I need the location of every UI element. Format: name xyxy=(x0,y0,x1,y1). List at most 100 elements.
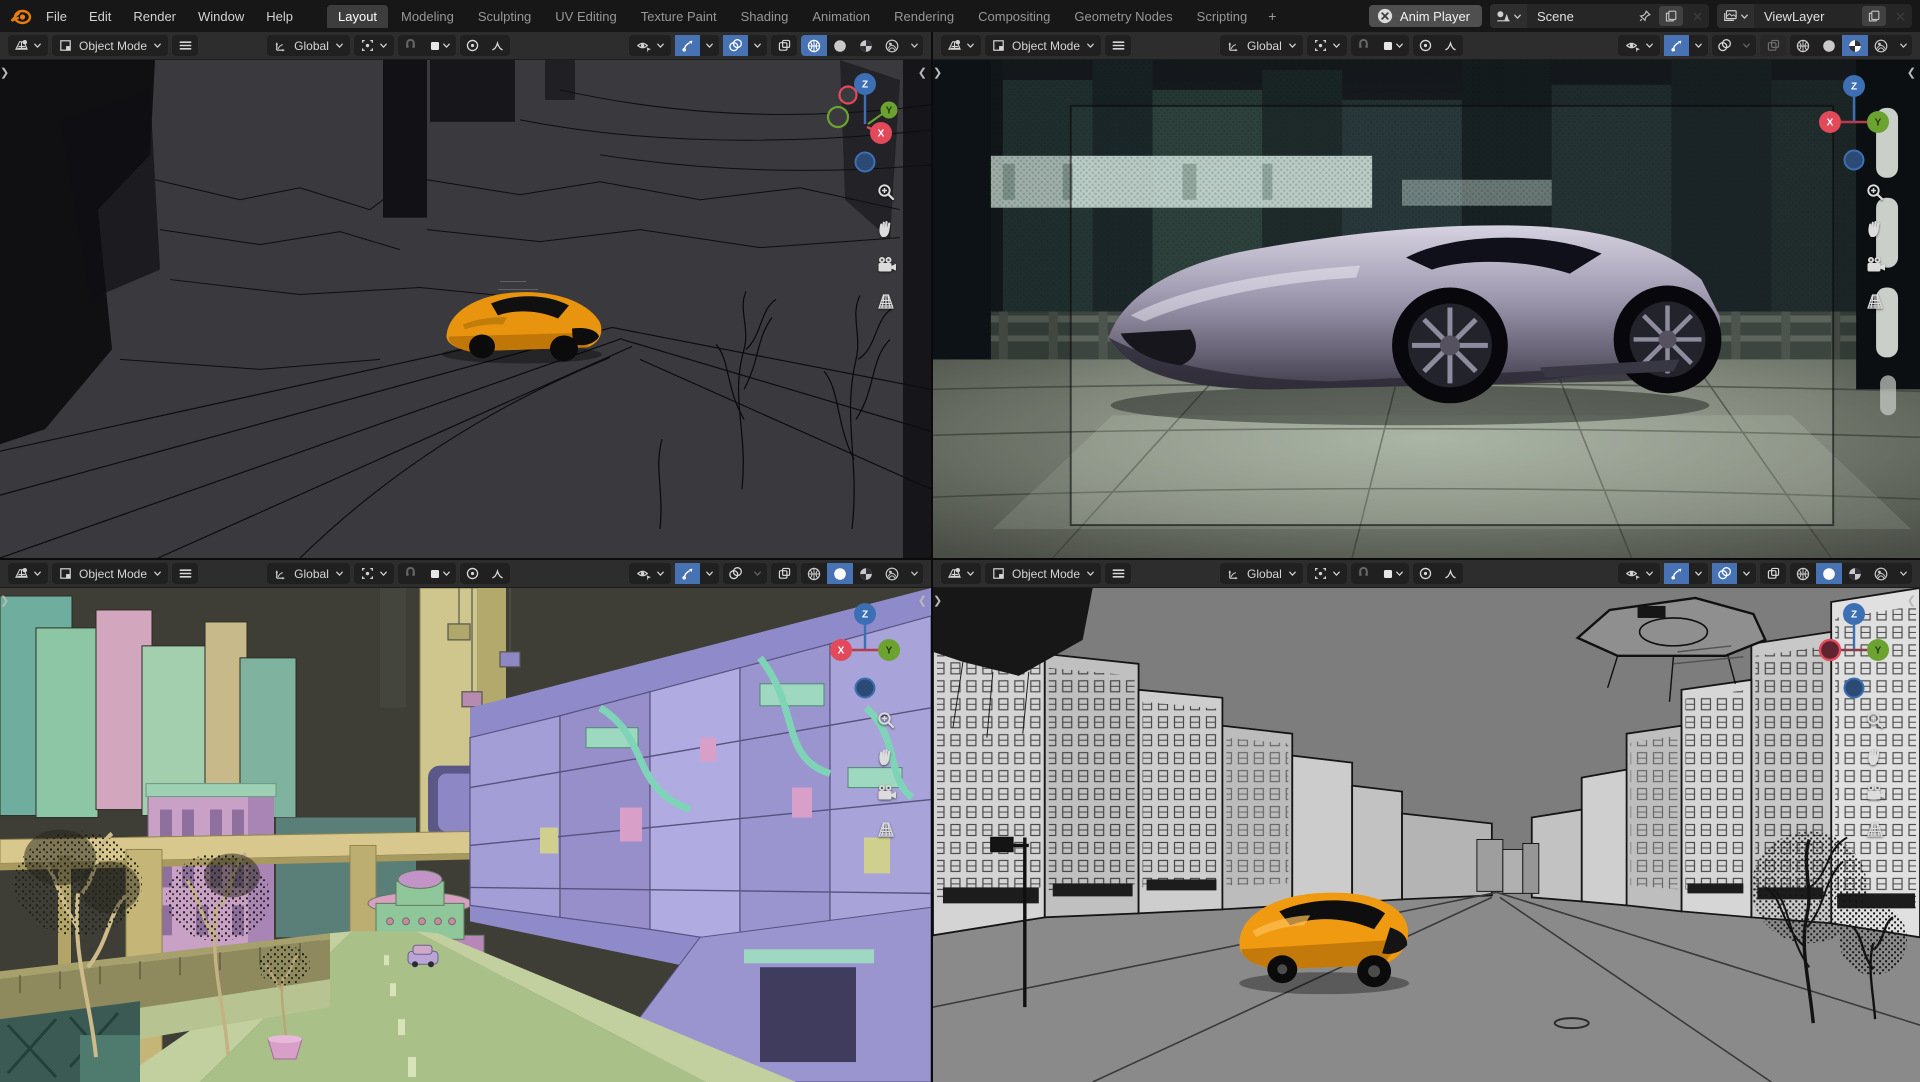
gizmo-dropdown[interactable] xyxy=(700,35,719,56)
pivot-point-dropdown[interactable] xyxy=(354,35,394,56)
header-menu-button[interactable] xyxy=(172,35,198,56)
menu-edit[interactable]: Edit xyxy=(79,6,121,27)
grid-ortho-icon[interactable] xyxy=(1864,818,1886,840)
navigation-gizmo[interactable]: Z Y xyxy=(1814,598,1894,702)
show-overlays-toggle[interactable] xyxy=(1712,563,1737,584)
sidebar-toggle[interactable]: ❮ xyxy=(918,596,927,607)
shading-wireframe-button[interactable] xyxy=(801,563,827,584)
zoom-tool-icon[interactable] xyxy=(875,710,897,732)
transform-orientation-dropdown[interactable]: Global xyxy=(1220,563,1303,584)
shading-solid-button[interactable] xyxy=(827,35,853,56)
viewport-canvas-lineart-city[interactable]: Z Y ❮ ❯ xyxy=(933,588,1920,1082)
object-visibility-dropdown[interactable] xyxy=(629,563,671,584)
snap-settings-dropdown[interactable] xyxy=(1376,35,1409,56)
header-menu-button[interactable] xyxy=(172,563,198,584)
shading-dropdown[interactable] xyxy=(1894,569,1912,578)
object-visibility-dropdown[interactable] xyxy=(1618,563,1660,584)
toolbar-toggle[interactable]: ❯ xyxy=(933,596,942,607)
editor-type-button[interactable] xyxy=(941,35,981,56)
pan-hand-icon[interactable] xyxy=(1864,746,1886,768)
show-gizmo-toggle[interactable] xyxy=(675,563,700,584)
shading-rendered-button[interactable] xyxy=(1868,563,1894,584)
camera-view-icon[interactable] xyxy=(875,782,897,804)
snap-settings-dropdown[interactable] xyxy=(1376,563,1409,584)
scene-browse-button[interactable] xyxy=(1490,4,1527,28)
shading-rendered-button[interactable] xyxy=(879,563,905,584)
anim-player-button[interactable]: Anim Player xyxy=(1369,5,1482,27)
navigation-gizmo[interactable]: Z X Y xyxy=(825,70,905,174)
xray-toggle[interactable] xyxy=(1760,35,1786,56)
shading-solid-button[interactable] xyxy=(827,563,853,584)
shading-dropdown[interactable] xyxy=(905,569,923,578)
shading-material-button[interactable] xyxy=(853,35,879,56)
gizmo-dropdown[interactable] xyxy=(700,563,719,584)
menu-render[interactable]: Render xyxy=(123,6,186,27)
transform-orientation-dropdown[interactable]: Global xyxy=(267,563,350,584)
pivot-point-dropdown[interactable] xyxy=(1307,563,1347,584)
editor-type-button[interactable] xyxy=(8,35,48,56)
shading-wireframe-button[interactable] xyxy=(1790,563,1816,584)
object-visibility-dropdown[interactable] xyxy=(1618,35,1660,56)
sidebar-toggle[interactable]: ❮ xyxy=(1907,68,1916,79)
snap-toggle[interactable] xyxy=(398,563,423,584)
scene-new-button[interactable] xyxy=(1659,6,1683,26)
viewport-canvas-wireframe-city[interactable]: Z X Y ❮ ❯ xyxy=(0,60,931,558)
object-visibility-dropdown[interactable] xyxy=(629,35,671,56)
scene-pin-button[interactable] xyxy=(1633,4,1657,28)
snap-toggle[interactable] xyxy=(1351,563,1376,584)
overlays-dropdown[interactable] xyxy=(748,35,767,56)
navigation-gizmo[interactable]: Z X Y xyxy=(825,598,905,702)
tab-geometry-nodes[interactable]: Geometry Nodes xyxy=(1063,5,1183,28)
grid-ortho-icon[interactable] xyxy=(1864,290,1886,312)
pan-hand-icon[interactable] xyxy=(875,218,897,240)
toolbar-toggle[interactable]: ❯ xyxy=(933,68,942,79)
proportional-falloff-dropdown[interactable] xyxy=(1438,35,1463,56)
menu-window[interactable]: Window xyxy=(188,6,254,27)
sidebar-toggle[interactable]: ❮ xyxy=(918,68,927,79)
toolbar-toggle[interactable]: ❯ xyxy=(0,596,9,607)
shading-rendered-button[interactable] xyxy=(879,35,905,56)
overlays-dropdown[interactable] xyxy=(748,563,767,584)
transform-orientation-dropdown[interactable]: Global xyxy=(267,35,350,56)
snap-toggle[interactable] xyxy=(1351,35,1376,56)
show-gizmo-toggle[interactable] xyxy=(1664,563,1689,584)
header-menu-button[interactable] xyxy=(1105,563,1131,584)
camera-view-icon[interactable] xyxy=(1864,782,1886,804)
view-layer-new-button[interactable] xyxy=(1862,6,1886,26)
pivot-point-dropdown[interactable] xyxy=(354,563,394,584)
view-layer-browse-button[interactable] xyxy=(1717,4,1754,28)
grid-ortho-icon[interactable] xyxy=(875,290,897,312)
shading-solid-button[interactable] xyxy=(1816,35,1842,56)
gizmo-dropdown[interactable] xyxy=(1689,35,1708,56)
snap-toggle[interactable] xyxy=(398,35,423,56)
zoom-tool-icon[interactable] xyxy=(1864,710,1886,732)
header-menu-button[interactable] xyxy=(1105,35,1131,56)
zoom-tool-icon[interactable] xyxy=(1864,182,1886,204)
shading-rendered-button[interactable] xyxy=(1868,35,1894,56)
tab-uv-editing[interactable]: UV Editing xyxy=(544,5,627,28)
grid-ortho-icon[interactable] xyxy=(875,818,897,840)
proportional-editing-toggle[interactable] xyxy=(1413,563,1438,584)
shading-dropdown[interactable] xyxy=(905,41,923,50)
show-overlays-toggle[interactable] xyxy=(723,563,748,584)
mode-dropdown[interactable]: Object Mode xyxy=(985,563,1101,584)
view-layer-name[interactable]: ViewLayer xyxy=(1754,9,1860,24)
tab-compositing[interactable]: Compositing xyxy=(967,5,1061,28)
viewport-canvas-rendered-car[interactable]: Z X Y ❮ ❯ xyxy=(933,60,1920,558)
toolbar-toggle[interactable]: ❯ xyxy=(0,68,9,79)
tab-rendering[interactable]: Rendering xyxy=(883,5,965,28)
tab-layout[interactable]: Layout xyxy=(327,5,388,28)
mode-dropdown[interactable]: Object Mode xyxy=(985,35,1101,56)
shading-wireframe-button[interactable] xyxy=(1790,35,1816,56)
tab-sculpting[interactable]: Sculpting xyxy=(467,5,542,28)
show-overlays-toggle[interactable] xyxy=(723,35,748,56)
scene-name[interactable]: Scene xyxy=(1527,9,1633,24)
proportional-editing-toggle[interactable] xyxy=(460,563,485,584)
overlays-dropdown[interactable] xyxy=(1737,35,1756,56)
show-gizmo-toggle[interactable] xyxy=(1664,35,1689,56)
mode-dropdown[interactable]: Object Mode xyxy=(52,35,168,56)
navigation-gizmo[interactable]: Z X Y xyxy=(1814,70,1894,174)
snap-settings-dropdown[interactable] xyxy=(423,563,456,584)
shading-wireframe-button[interactable] xyxy=(801,35,827,56)
camera-view-icon[interactable] xyxy=(1864,254,1886,276)
